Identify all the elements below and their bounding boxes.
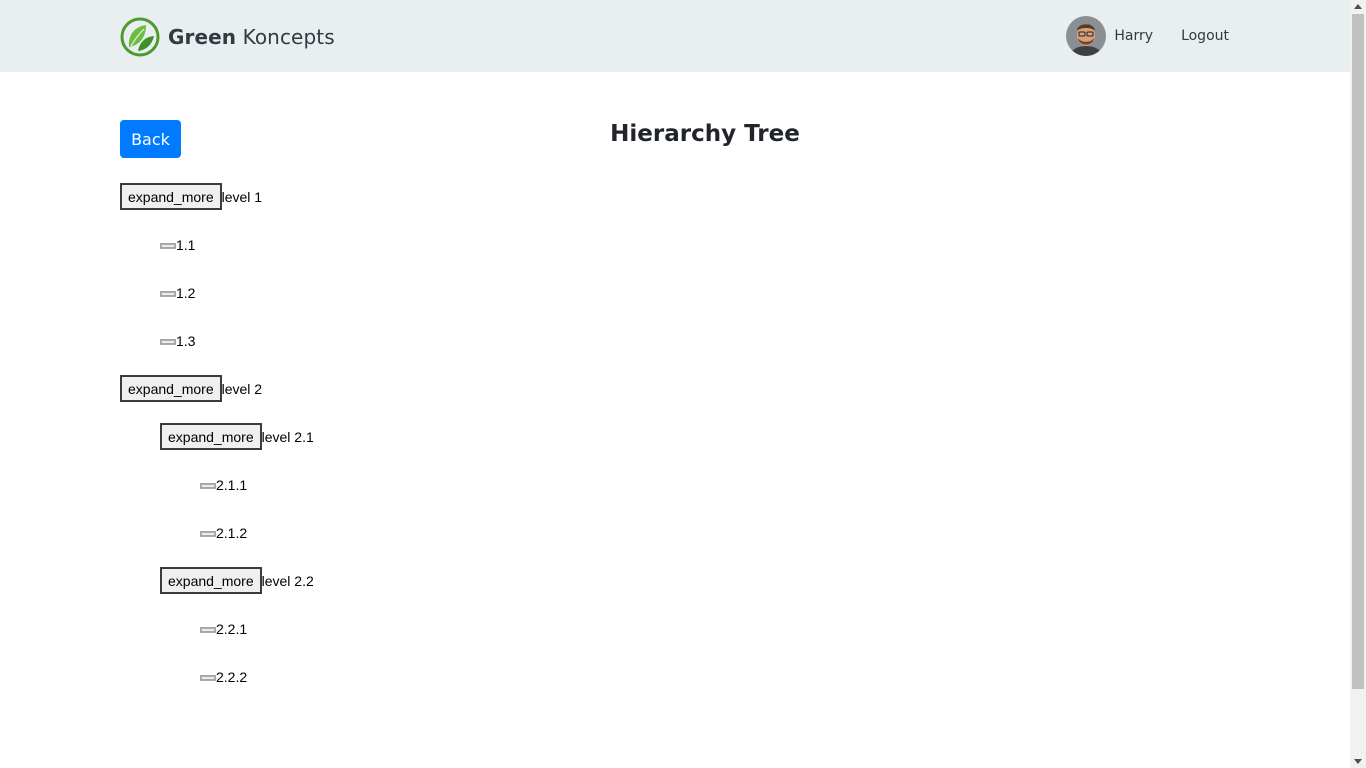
- leaf-toggle-button[interactable]: [200, 530, 216, 537]
- leaf-toggle-button[interactable]: [200, 626, 216, 633]
- tree-leaf: 2.1.1: [120, 471, 620, 519]
- expand-button-level-2[interactable]: expand_more: [120, 375, 222, 402]
- tree-leaf: 1.3: [120, 327, 620, 375]
- hierarchy-tree: expand_more level 1 1.1 1.2 1.3 expand_m…: [120, 183, 620, 711]
- leaf-label: 2.1.2: [216, 524, 248, 541]
- page-scrollbar[interactable]: [1350, 0, 1366, 768]
- leaf-label: 2.2.2: [216, 668, 248, 685]
- node-label-level-2-2: level 2.2: [261, 572, 314, 589]
- username-label[interactable]: Harry: [1114, 28, 1153, 44]
- node-label-level-2: level 2: [221, 380, 263, 397]
- leaf-label: 1.2: [176, 284, 196, 301]
- back-button[interactable]: Back: [120, 120, 181, 158]
- leaf-logo-icon: [120, 17, 160, 57]
- leaf-toggle-button[interactable]: [160, 338, 176, 345]
- brand-name-strong: Green: [168, 25, 237, 49]
- tree-node-level-1: expand_more level 1: [120, 183, 620, 231]
- user-menu: Harry Logout: [1066, 16, 1229, 56]
- tree-leaf: 2.1.2: [120, 519, 620, 567]
- tree-node-level-2-2: expand_more level 2.2: [120, 567, 620, 615]
- leaf-toggle-button[interactable]: [160, 290, 176, 297]
- expand-button-level-1[interactable]: expand_more: [120, 183, 222, 210]
- leaf-label: 1.3: [176, 332, 196, 349]
- tree-node-level-2: expand_more level 2: [120, 375, 620, 423]
- expand-button-level-2-1[interactable]: expand_more: [160, 423, 262, 450]
- app-header: Green Koncepts Harry Logout: [0, 0, 1350, 72]
- leaf-label: 2.1.1: [216, 476, 248, 493]
- node-label-level-2-1: level 2.1: [261, 428, 314, 445]
- node-label-level-1: level 1: [221, 188, 263, 205]
- expand-button-level-2-2[interactable]: expand_more: [160, 567, 262, 594]
- logout-link[interactable]: Logout: [1181, 28, 1229, 44]
- scroll-up-arrow-icon[interactable]: [1354, 4, 1362, 9]
- brand-name-light: Koncepts: [242, 25, 335, 49]
- leaf-label: 2.2.1: [216, 620, 248, 637]
- tree-leaf: 2.2.2: [120, 663, 620, 711]
- scrollbar-thumb[interactable]: [1352, 14, 1364, 689]
- tree-leaf: 2.2.1: [120, 615, 620, 663]
- leaf-toggle-button[interactable]: [200, 674, 216, 681]
- brand-name: Green Koncepts: [168, 25, 335, 49]
- brand-logo-link[interactable]: Green Koncepts: [120, 17, 335, 57]
- page-title: Hierarchy Tree: [610, 121, 800, 147]
- tree-leaf: 1.1: [120, 231, 620, 279]
- leaf-label: 1.1: [176, 236, 196, 253]
- scroll-down-arrow-icon[interactable]: [1354, 759, 1362, 764]
- leaf-toggle-button[interactable]: [160, 242, 176, 249]
- user-avatar[interactable]: [1066, 16, 1107, 56]
- leaf-toggle-button[interactable]: [200, 482, 216, 489]
- tree-leaf: 1.2: [120, 279, 620, 327]
- tree-node-level-2-1: expand_more level 2.1: [120, 423, 620, 471]
